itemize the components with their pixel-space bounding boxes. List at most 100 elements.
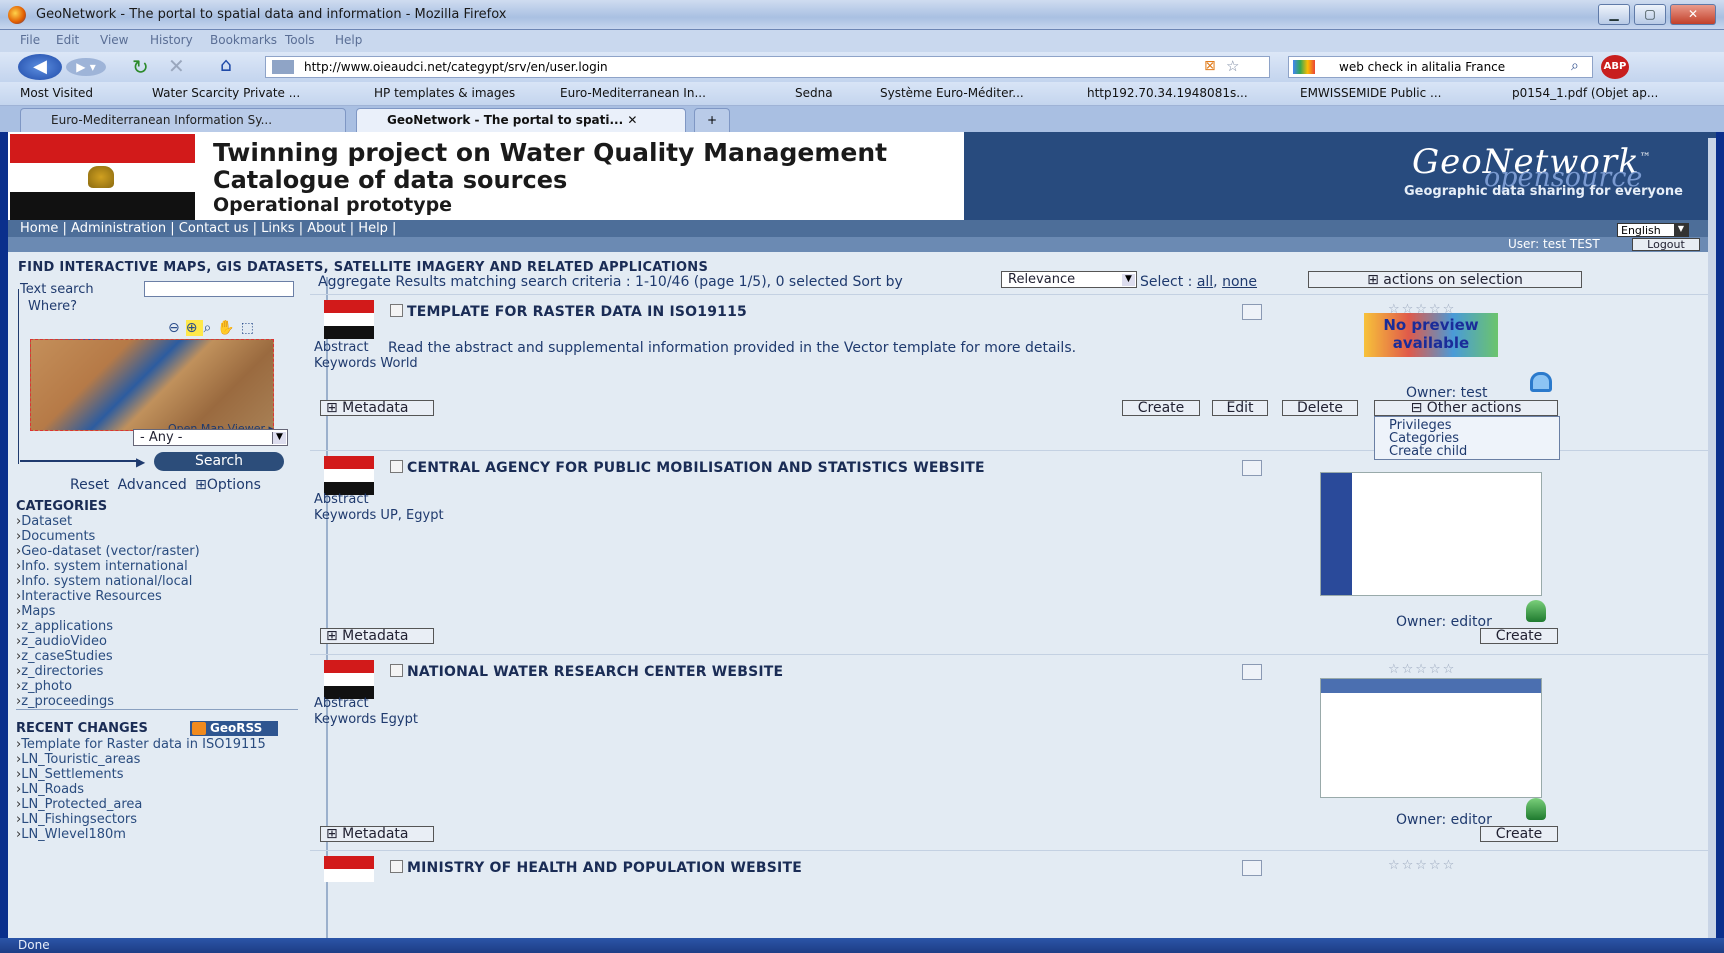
category-link[interactable]: Geo-dataset (vector/raster) — [16, 544, 200, 559]
select-none-link[interactable]: none — [1222, 274, 1257, 290]
create-button[interactable]: Create — [1480, 826, 1558, 842]
maximize-button[interactable]: ▢ — [1634, 4, 1666, 25]
bookmark-item[interactable]: Système Euro-Méditer... — [880, 86, 1024, 100]
bookmark-item[interactable]: Euro-Mediterranean In... — [560, 86, 706, 100]
menu-tools[interactable]: Tools — [285, 33, 315, 47]
close-window-button[interactable]: ✕ — [1670, 4, 1716, 25]
reset-link[interactable]: Reset — [70, 477, 109, 493]
reload-icon[interactable]: ↻ — [132, 55, 149, 79]
create-button[interactable]: Create — [1480, 628, 1558, 644]
category-link[interactable]: z_caseStudies — [16, 649, 200, 664]
rating-stars[interactable]: ☆☆☆☆☆ — [1388, 858, 1456, 873]
menu-file[interactable]: File — [20, 33, 40, 47]
georss-button[interactable]: GeoRSS — [190, 721, 278, 736]
metadata-toggle-button[interactable]: ⊞ Metadata — [320, 826, 434, 842]
menu-view[interactable]: View — [100, 33, 128, 47]
bookmark-item[interactable]: Water Scarcity Private ... — [152, 86, 300, 100]
region-select[interactable]: - Any - — [133, 429, 288, 446]
text-search-input[interactable] — [144, 281, 294, 297]
rss-feed-icon[interactable]: ⊠ — [1204, 58, 1216, 74]
menu-history[interactable]: History — [150, 33, 193, 47]
category-link[interactable]: Dataset — [16, 514, 200, 529]
other-actions-button[interactable]: ⊟ Other actions — [1374, 400, 1558, 416]
category-link[interactable]: Info. system international — [16, 559, 200, 574]
bookmark-item[interactable]: http192.70.34.1948081s... — [1087, 86, 1248, 100]
menu-help[interactable]: Help — [335, 33, 362, 47]
language-select[interactable]: English ▼ — [1617, 223, 1689, 237]
select-checkbox[interactable] — [390, 304, 403, 317]
web-search-field[interactable]: web check in alitalia France ⌕ — [1288, 56, 1593, 78]
select-checkbox[interactable] — [390, 860, 403, 873]
new-tab-button[interactable]: + — [694, 108, 730, 132]
recent-item[interactable]: LN_Touristic_areas — [16, 752, 266, 767]
category-link[interactable]: Interactive Resources — [16, 589, 200, 604]
select-checkbox[interactable] — [390, 664, 403, 677]
pan-hand-icon[interactable]: ✋ — [217, 320, 240, 336]
forward-button[interactable]: ▶ ▾ — [66, 58, 106, 76]
document-icon[interactable] — [1242, 664, 1262, 680]
zoom-icon[interactable]: ⌕ — [203, 320, 217, 336]
page-scrollbar[interactable] — [1708, 138, 1716, 938]
category-link[interactable]: Info. system national/local — [16, 574, 200, 589]
advanced-link[interactable]: Advanced — [118, 477, 187, 493]
rating-stars[interactable]: ☆☆☆☆☆ — [1388, 662, 1456, 677]
recent-item[interactable]: Template for Raster data in ISO19115 — [16, 737, 266, 752]
category-link[interactable]: Documents — [16, 529, 200, 544]
recent-item[interactable]: LN_Settlements — [16, 767, 266, 782]
top-nav-links[interactable]: Home | Administration | Contact us | Lin… — [20, 221, 396, 236]
close-tab-icon[interactable]: ✕ — [627, 113, 637, 127]
recent-item[interactable]: LN_Fishingsectors — [16, 812, 266, 827]
stop-icon[interactable]: ✕ — [168, 54, 185, 78]
menu-bookmarks[interactable]: Bookmarks — [210, 33, 277, 47]
website-thumbnail[interactable] — [1320, 472, 1542, 596]
recent-item[interactable]: LN_Wlevel180m — [16, 827, 266, 842]
actions-on-selection-button[interactable]: ⊞ actions on selection — [1308, 271, 1582, 288]
select-all-link[interactable]: all — [1197, 274, 1213, 290]
select-box-icon[interactable]: ⬚ — [241, 320, 260, 336]
record-title[interactable]: MINISTRY OF HEALTH AND POPULATION WEBSIT… — [390, 860, 802, 876]
menu-item-create-child[interactable]: Create child — [1389, 445, 1559, 458]
category-link[interactable]: z_proceedings — [16, 694, 200, 709]
region-map[interactable] — [30, 339, 274, 431]
menu-edit[interactable]: Edit — [56, 33, 79, 47]
options-link[interactable]: ⊞Options — [195, 477, 261, 493]
search-button[interactable]: Search — [154, 452, 284, 471]
tab-geonetwork[interactable]: GeoNetwork - The portal to spati... ✕ — [356, 108, 686, 132]
category-link[interactable]: z_photo — [16, 679, 200, 694]
zoom-in-icon[interactable]: ⊕ — [185, 320, 204, 336]
website-thumbnail[interactable] — [1320, 678, 1542, 798]
adblock-icon[interactable]: ABP — [1601, 55, 1629, 79]
bookmark-star-icon[interactable]: ☆ — [1226, 57, 1239, 75]
bookmark-item[interactable]: EMWISSEMIDE Public ... — [1300, 86, 1441, 100]
record-title[interactable]: CENTRAL AGENCY FOR PUBLIC MOBILISATION A… — [390, 460, 985, 476]
document-icon[interactable] — [1242, 304, 1262, 320]
recent-item[interactable]: LN_Protected_area — [16, 797, 266, 812]
create-button[interactable]: Create — [1122, 400, 1200, 416]
select-checkbox[interactable] — [390, 460, 403, 473]
document-icon[interactable] — [1242, 460, 1262, 476]
bookmark-item[interactable]: HP templates & images — [374, 86, 515, 100]
delete-button[interactable]: Delete — [1282, 400, 1358, 416]
home-icon[interactable]: ⌂ — [220, 54, 232, 76]
recent-item[interactable]: LN_Roads — [16, 782, 266, 797]
bookmark-item[interactable]: Sedna — [795, 86, 833, 100]
category-link[interactable]: z_audioVideo — [16, 634, 200, 649]
back-button[interactable]: ◀ — [18, 54, 62, 80]
category-link[interactable]: Maps — [16, 604, 200, 619]
document-icon[interactable] — [1242, 860, 1262, 876]
category-link[interactable]: z_directories — [16, 664, 200, 679]
logout-button[interactable]: Logout — [1632, 238, 1700, 251]
metadata-toggle-button[interactable]: ⊞ Metadata — [320, 400, 434, 416]
sort-by-select[interactable]: Relevance — [1001, 271, 1137, 288]
search-go-icon[interactable]: ⌕ — [1571, 58, 1579, 74]
edit-button[interactable]: Edit — [1212, 400, 1268, 416]
bookmark-item[interactable]: Most Visited — [20, 86, 93, 100]
bookmark-item[interactable]: p0154_1.pdf (Objet ap... — [1512, 86, 1658, 100]
minimize-button[interactable]: ▁ — [1598, 4, 1630, 25]
record-title[interactable]: NATIONAL WATER RESEARCH CENTER WEBSITE — [390, 664, 783, 680]
category-link[interactable]: z_applications — [16, 619, 200, 634]
tab-euro-med[interactable]: Euro-Mediterranean Information Sy... — [20, 108, 346, 132]
record-title[interactable]: TEMPLATE FOR RASTER DATA IN ISO19115 — [390, 304, 747, 320]
zoom-out-icon[interactable]: ⊖ — [168, 320, 186, 336]
metadata-toggle-button[interactable]: ⊞ Metadata — [320, 628, 434, 644]
